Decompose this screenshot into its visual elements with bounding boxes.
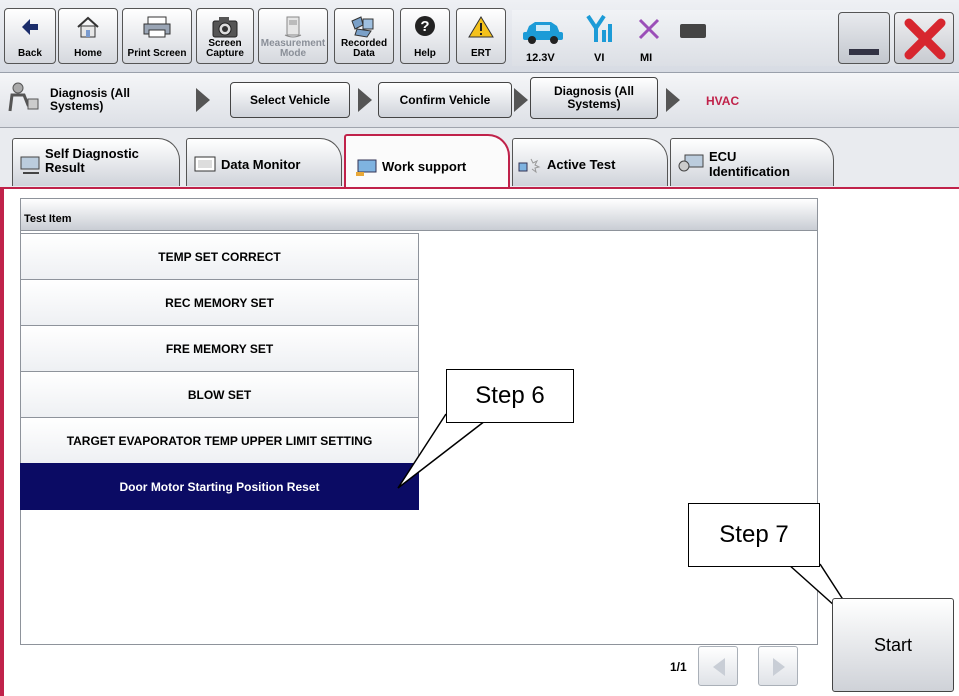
diagnosis-all-systems-button[interactable]: Diagnosis (All Systems): [530, 77, 658, 119]
tab-work-support-label: Work support: [382, 159, 467, 174]
close-button[interactable]: [894, 12, 954, 64]
screen-capture-button[interactable]: Screen Capture: [196, 8, 254, 64]
battery-voltage: 12.3V: [526, 52, 555, 64]
step6-callout: Step 6: [446, 369, 574, 423]
page-indicator: 1/1: [670, 660, 687, 674]
svg-text:?: ?: [420, 18, 429, 35]
help-label: Help: [414, 48, 436, 59]
minimize-icon: [849, 49, 879, 55]
step7-callout: Step 7: [688, 503, 820, 567]
vi-status: VI: [594, 52, 605, 64]
test-item-row[interactable]: FRE MEMORY SET: [20, 325, 419, 372]
mi-x-icon: [636, 16, 662, 47]
home-label: Home: [74, 48, 102, 59]
measurement-mode-label: Measurement Mode: [260, 38, 326, 59]
warning-icon: [457, 15, 505, 41]
breadcrumb-arrow: [196, 88, 210, 112]
diagnosis-person-icon: [6, 81, 40, 120]
chevron-left-icon: [709, 656, 729, 683]
active-test-icon: [517, 155, 543, 178]
tab-active-test-label: Active Test: [547, 157, 616, 172]
tab-self-diagnostic-label: Self Diagnostic Result: [45, 146, 139, 175]
test-item-row-selected[interactable]: Door Motor Starting Position Reset: [20, 463, 419, 510]
start-button[interactable]: Start: [832, 598, 954, 692]
ert-label: ERT: [471, 48, 491, 59]
test-item-row[interactable]: REC MEMORY SET: [20, 279, 419, 326]
step6-pointer: [397, 413, 495, 489]
breadcrumb-arrow: [514, 88, 528, 112]
chevron-right-icon: [769, 656, 789, 683]
back-label: Back: [18, 48, 42, 59]
close-icon: [903, 17, 947, 66]
test-item-header-label: Test Item: [24, 213, 72, 225]
home-button[interactable]: Home: [58, 8, 118, 64]
tab-data-monitor-label: Data Monitor: [221, 157, 301, 172]
home-icon: [59, 15, 117, 41]
work-support-icon: [354, 158, 380, 181]
breadcrumb-arrow: [666, 88, 680, 112]
select-vehicle-button[interactable]: Select Vehicle: [230, 82, 350, 118]
test-item-row[interactable]: TARGET EVAPORATOR TEMP UPPER LIMIT SETTI…: [20, 417, 419, 464]
screen-capture-label: Screen Capture: [206, 38, 244, 59]
help-button[interactable]: ? Help: [400, 8, 450, 64]
data-monitor-icon: [193, 155, 217, 178]
toolbar: Back Home Print Screen Screen Capture Me…: [0, 0, 959, 73]
tab-active-test[interactable]: Active Test: [512, 138, 668, 186]
minimize-button[interactable]: [838, 12, 890, 64]
signal-icon: [586, 14, 616, 49]
car-battery-icon: [521, 18, 565, 49]
prev-page-button[interactable]: [698, 646, 738, 686]
print-screen-label: Print Screen: [127, 48, 187, 59]
back-button[interactable]: Back: [4, 8, 56, 64]
test-item-row[interactable]: BLOW SET: [20, 371, 419, 418]
ert-button[interactable]: ERT: [456, 8, 506, 64]
battery-indicator-icon: [680, 24, 706, 38]
printer-icon: [123, 15, 191, 41]
back-arrow-icon: [5, 15, 55, 41]
breadcrumb: Diagnosis (All Systems) Select Vehicle C…: [0, 73, 959, 128]
breadcrumb-root[interactable]: Diagnosis (All Systems): [50, 87, 170, 113]
tab-ecu-identification[interactable]: ECU Identification: [670, 138, 834, 186]
print-screen-button[interactable]: Print Screen: [122, 8, 192, 64]
confirm-vehicle-button[interactable]: Confirm Vehicle: [378, 82, 512, 118]
ecu-identification-icon: [677, 153, 705, 178]
tab-data-monitor[interactable]: Data Monitor: [186, 138, 342, 186]
test-item-header: Test Item: [20, 198, 818, 231]
test-item-row[interactable]: TEMP SET CORRECT: [20, 233, 419, 280]
tab-work-support[interactable]: Work support: [344, 134, 510, 188]
breadcrumb-arrow: [358, 88, 372, 112]
mi-status: MI: [640, 52, 653, 64]
tab-self-diagnostic-result[interactable]: Self Diagnostic Result: [12, 138, 180, 186]
next-page-button[interactable]: [758, 646, 798, 686]
self-diagnostic-icon: [19, 155, 43, 178]
content-left-border: [0, 187, 4, 696]
help-icon: ?: [401, 15, 449, 41]
measurement-mode-button[interactable]: Measurement Mode: [258, 8, 328, 64]
content-top-border: [0, 187, 959, 189]
tab-ecu-identification-label: ECU Identification: [709, 149, 790, 179]
recorded-data-button[interactable]: Recorded Data: [334, 8, 394, 64]
recorded-data-label: Recorded Data: [340, 38, 388, 59]
breadcrumb-current: HVAC: [706, 94, 740, 108]
tab-bar: Self Diagnostic Result Data Monitor Work…: [0, 128, 959, 188]
